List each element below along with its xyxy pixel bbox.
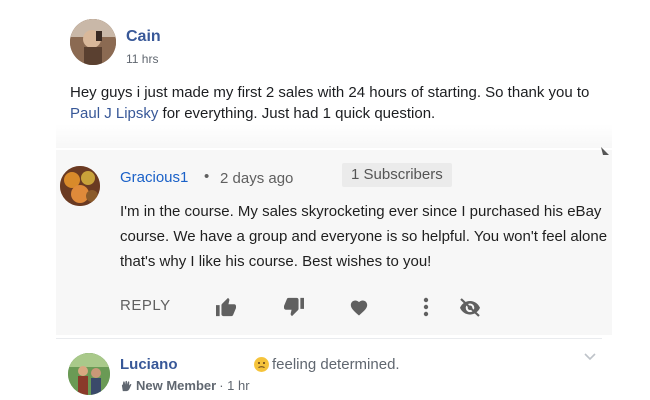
corner-arrow-icon <box>601 147 609 155</box>
feeling-text: feeling determined. <box>272 356 400 373</box>
comment-text: I'm in the course. My sales skyrocketing… <box>120 203 608 270</box>
member-avatar[interactable] <box>68 353 110 395</box>
avatar-photo-icon <box>70 19 116 65</box>
member-badge: New Member <box>136 378 217 393</box>
member-post-card: Luciano feeling determined. New Member ·… <box>56 338 602 400</box>
post-card: Cain 11 hrs Hey guys i just made my firs… <box>56 6 612 124</box>
heart-icon[interactable] <box>347 295 371 319</box>
author-avatar[interactable] <box>70 19 116 65</box>
screenshot-stage: Cain 11 hrs Hey guys i just made my firs… <box>0 0 650 400</box>
hide-icon[interactable] <box>458 295 482 319</box>
thumbs-down-icon[interactable] <box>282 295 306 319</box>
chevron-down-icon[interactable] <box>584 353 596 361</box>
determined-emoji-icon <box>254 357 269 372</box>
post-text-end: for everything. Just had 1 quick questio… <box>158 105 436 122</box>
mention-link[interactable]: Paul J Lipsky <box>70 105 158 122</box>
commenter-name[interactable]: Gracious1 <box>120 169 188 186</box>
avatar-photo-icon <box>60 166 100 206</box>
thumbs-up-icon[interactable] <box>214 295 238 319</box>
more-vert-icon[interactable] <box>414 295 438 319</box>
avatar-photo-icon <box>68 353 110 395</box>
post-timestamp[interactable]: 11 hrs <box>126 52 158 66</box>
comment-card: Gracious1 • 2 days ago 1 Subscribers I'm… <box>56 147 612 335</box>
member-post-time[interactable]: · 1 hr <box>219 378 249 393</box>
card-separator <box>56 124 612 148</box>
feeling-status: feeling determined. <box>254 356 400 373</box>
subscribers-badge: 1 Subscribers <box>342 163 452 187</box>
reply-button[interactable]: REPLY <box>120 297 171 314</box>
member-name[interactable]: Luciano <box>120 356 178 373</box>
post-body: Hey guys i just made my first 2 sales wi… <box>70 82 610 124</box>
author-name[interactable]: Cain <box>126 28 161 46</box>
comment-age[interactable]: 2 days ago <box>220 170 293 187</box>
commenter-avatar[interactable] <box>60 166 100 206</box>
wave-hand-icon <box>121 380 132 391</box>
member-meta: New Member · 1 hr <box>120 378 250 393</box>
meta-separator: • <box>204 168 210 185</box>
post-text-start: Hey guys i just made my first 2 sales wi… <box>70 84 590 101</box>
